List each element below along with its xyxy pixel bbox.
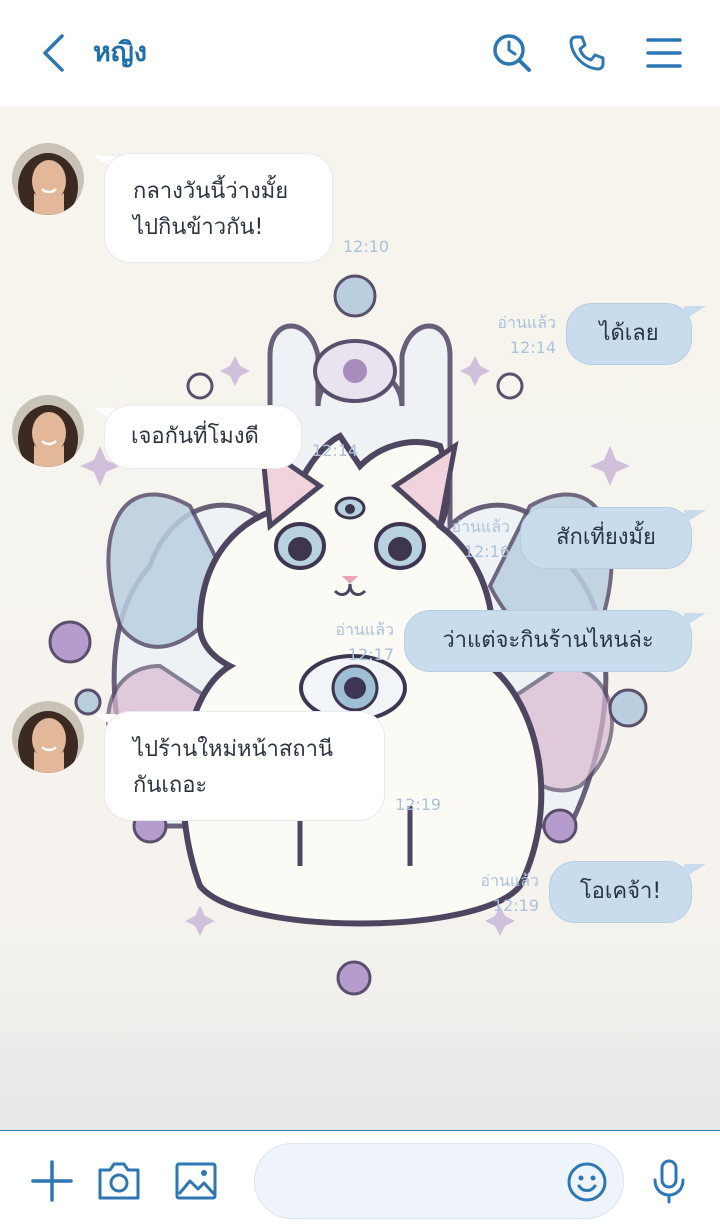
contact-avatar[interactable] xyxy=(12,701,84,773)
outgoing-message[interactable]: ว่าแต่จะกินร้านไหนล่ะ xyxy=(404,610,692,672)
microphone-icon xyxy=(653,1159,685,1204)
search-button[interactable] xyxy=(489,30,535,76)
avatar-photo xyxy=(12,395,84,467)
voice-button[interactable] xyxy=(645,1157,693,1205)
contact-avatar[interactable] xyxy=(12,143,84,215)
chat-area[interactable]: กลางวันนี้ว่างมั้ย ไปกินข้าวกัน! 12:10 อ… xyxy=(0,106,720,1130)
message-text: สักเที่ยงมั้ย xyxy=(556,525,656,550)
emoji-button[interactable] xyxy=(565,1160,609,1204)
message-text-line: เจอกันที่โมงดี xyxy=(131,424,259,449)
message-input-bar xyxy=(0,1130,720,1232)
menu-icon xyxy=(646,38,682,68)
bubble-tail xyxy=(684,864,706,878)
incoming-message[interactable]: เจอกันที่โมงดี xyxy=(104,405,302,469)
back-arrow-icon xyxy=(43,34,64,72)
image-icon xyxy=(175,1162,217,1200)
emoji-icon xyxy=(567,1162,607,1202)
outgoing-message[interactable]: โอเคจ้า! xyxy=(549,861,692,923)
outgoing-message[interactable]: ได้เลย xyxy=(566,303,692,365)
chat-header: หญิง xyxy=(0,0,720,106)
message-text-line: ไปกินข้าวกัน! xyxy=(133,215,264,240)
message-time: 12:17 xyxy=(347,645,394,664)
message-text: โอเคจ้า! xyxy=(579,879,662,904)
incoming-message[interactable]: ไปร้านใหม่หน้าสถานี กันเถอะ xyxy=(104,711,385,821)
incoming-message[interactable]: กลางวันนี้ว่างมั้ย ไปกินข้าวกัน! xyxy=(104,153,333,263)
message-input[interactable] xyxy=(254,1143,624,1219)
add-button[interactable] xyxy=(28,1157,76,1205)
read-receipt: อ่านแล้ว xyxy=(497,313,556,332)
avatar-photo xyxy=(12,701,84,773)
message-text: ว่าแต่จะกินร้านไหนล่ะ xyxy=(442,628,654,653)
message-text: ได้เลย xyxy=(599,321,659,346)
message-time: 12:19 xyxy=(492,896,539,915)
avatar-photo xyxy=(12,143,84,215)
search-history-icon xyxy=(493,34,531,72)
message-time: 12:10 xyxy=(343,237,390,256)
bubble-tail xyxy=(684,306,706,320)
read-receipt: อ่านแล้ว xyxy=(480,871,539,890)
outgoing-message[interactable]: สักเที่ยงมั้ย xyxy=(520,507,692,569)
chat-title: หญิง xyxy=(93,37,147,68)
menu-button[interactable] xyxy=(641,30,687,76)
message-text-line: ไปร้านใหม่หน้าสถานี xyxy=(133,737,334,762)
read-receipt: อ่านแล้ว xyxy=(335,620,394,639)
message-time: 12:19 xyxy=(395,795,442,814)
back-button[interactable] xyxy=(30,30,76,76)
plus-icon xyxy=(31,1160,73,1202)
bubble-tail xyxy=(684,510,706,524)
message-text-line: กลางวันนี้ว่างมั้ย xyxy=(133,179,289,204)
message-time: 12:16 xyxy=(463,542,510,561)
read-receipt: อ่านแล้ว xyxy=(451,517,510,536)
camera-icon xyxy=(98,1162,140,1200)
message-time: 12:14 xyxy=(312,441,359,460)
phone-icon xyxy=(569,35,605,71)
gallery-button[interactable] xyxy=(172,1157,220,1205)
contact-avatar[interactable] xyxy=(12,395,84,467)
call-button[interactable] xyxy=(564,30,610,76)
message-time: 12:14 xyxy=(509,338,556,357)
camera-button[interactable] xyxy=(95,1157,143,1205)
message-text-line: กันเถอะ xyxy=(133,773,208,798)
bubble-tail xyxy=(684,613,706,627)
